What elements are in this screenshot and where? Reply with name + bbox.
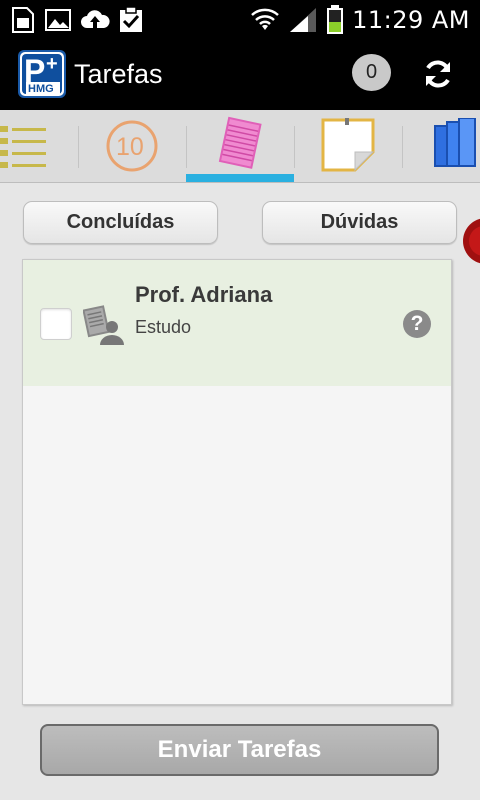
- battery-icon: [327, 5, 344, 34]
- refresh-icon[interactable]: [420, 56, 456, 92]
- status-bar: 11:29 AM: [0, 0, 480, 40]
- grade-ten-icon: 10: [106, 120, 158, 172]
- teacher-document-icon: [83, 305, 124, 345]
- wifi-icon: [251, 8, 279, 30]
- phmg-logo-icon[interactable]: P + HMG: [18, 50, 66, 98]
- side-drawer-handle[interactable]: [463, 218, 480, 264]
- list-item[interactable]: Prof. Adriana Estudo ?: [23, 260, 451, 386]
- task-title: Prof. Adriana: [135, 282, 273, 307]
- help-icon[interactable]: ?: [403, 310, 431, 338]
- send-tasks-button[interactable]: Enviar Tarefas: [40, 724, 439, 776]
- tab-grades[interactable]: 10: [79, 110, 186, 183]
- image-icon: [45, 9, 71, 31]
- notification-icons: [10, 6, 144, 34]
- notepad-icon: [218, 116, 262, 169]
- tab-checklist[interactable]: [0, 110, 78, 183]
- doubts-button[interactable]: Dúvidas: [262, 201, 457, 244]
- checklist-icon: [0, 126, 46, 168]
- tab-strip: 10: [0, 110, 480, 183]
- svg-text:+: +: [46, 53, 58, 75]
- svg-text:HMG: HMG: [28, 83, 54, 95]
- system-icons: 11:29 AM: [250, 0, 470, 40]
- tab-tasks[interactable]: [187, 110, 294, 183]
- page-title: Tarefas: [74, 59, 163, 89]
- selected-tab-indicator: [186, 174, 294, 182]
- clipboard-check-icon: [120, 6, 142, 32]
- tab-notes[interactable]: [295, 110, 402, 183]
- count-badge[interactable]: 0: [352, 54, 391, 91]
- done-button[interactable]: Concluídas: [23, 201, 218, 244]
- clock: 11:29 AM: [352, 6, 470, 34]
- grade-ten-glyph: 10: [116, 133, 144, 161]
- task-subtitle: Estudo: [135, 317, 192, 337]
- tab-books[interactable]: [403, 110, 480, 183]
- sticky-note-icon: [321, 118, 375, 172]
- signal-icon: [290, 8, 317, 32]
- task-checkbox[interactable]: [40, 308, 72, 340]
- action-bar: P + HMG Tarefas 0: [0, 40, 480, 110]
- task-list: Prof. Adriana Estudo ?: [22, 259, 452, 705]
- sim-icon: [12, 7, 34, 33]
- books-icon: [434, 118, 476, 167]
- cloud-upload-icon: [81, 10, 110, 28]
